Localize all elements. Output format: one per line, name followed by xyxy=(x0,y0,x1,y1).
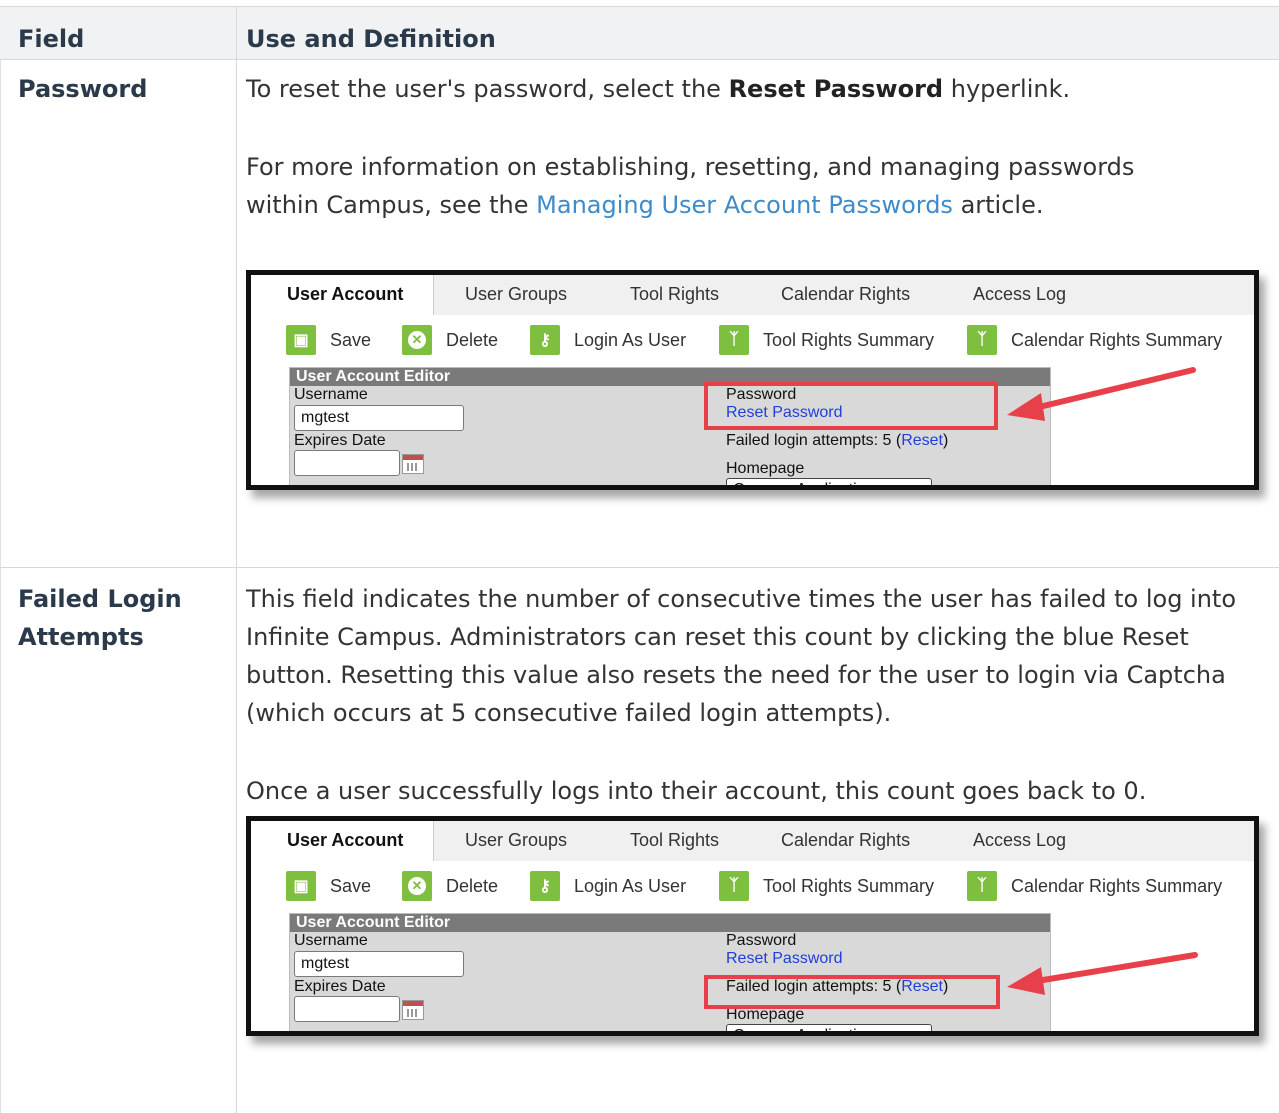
failed-login-attempts: Failed login attempts: 5 (Reset) xyxy=(726,432,949,449)
definition-table: Field Use and Definition Password To res… xyxy=(0,0,1279,1113)
save-button[interactable]: ▣ Save xyxy=(286,323,371,357)
expires-date-input[interactable] xyxy=(294,996,400,1022)
calendar-rights-summary-button[interactable]: ᛉ Calendar Rights Summary xyxy=(967,869,1222,903)
branch-icon: ᛉ xyxy=(719,871,749,901)
tab-calendar-rights[interactable]: Calendar Rights xyxy=(781,821,910,861)
homepage-select[interactable]: Campus Application❯ xyxy=(726,1024,932,1031)
editor-area: User Account Editor Username mgtest Expi… xyxy=(251,911,1254,1031)
reset-password-emphasis: Reset Password xyxy=(728,75,944,103)
tab-user-groups[interactable]: User Groups xyxy=(465,821,567,861)
branch-icon: ᛉ xyxy=(967,325,997,355)
key-icon: ⚷ xyxy=(530,325,560,355)
expires-date-label: Expires Date xyxy=(294,432,386,449)
tab-access-log[interactable]: Access Log xyxy=(973,275,1066,315)
table-header-row: Field Use and Definition xyxy=(0,6,1279,60)
calendar-rights-summary-button[interactable]: ᛉ Calendar Rights Summary xyxy=(967,323,1222,357)
delete-button[interactable]: ✕ Delete xyxy=(402,323,498,357)
login-as-user-button[interactable]: ⚷ Login As User xyxy=(530,323,686,357)
reset-failed-link[interactable]: Reset xyxy=(901,432,943,449)
delete-button[interactable]: ✕ Delete xyxy=(402,869,498,903)
save-button[interactable]: ▣ Save xyxy=(286,869,371,903)
tab-calendar-rights[interactable]: Calendar Rights xyxy=(781,275,910,315)
delete-icon: ✕ xyxy=(402,871,432,901)
chevron-down-icon: ❯ xyxy=(911,1027,923,1031)
username-label: Username xyxy=(294,932,368,949)
toolbar: ▣ Save ✕ Delete ⚷ Login As User ᛉ Tool Right… xyxy=(251,861,1254,911)
managing-passwords-link[interactable]: Managing User Account Passwords xyxy=(536,191,953,219)
save-icon: ▣ xyxy=(286,325,316,355)
calendar-icon[interactable] xyxy=(402,454,424,474)
tab-bar: User Account User Groups Tool Rights Cal… xyxy=(251,275,1254,316)
header-use-and-definition: Use and Definition xyxy=(246,25,496,53)
tab-user-account[interactable]: User Account xyxy=(251,275,435,316)
tool-rights-summary-button[interactable]: ᛉ Tool Rights Summary xyxy=(719,869,934,903)
pointer-arrow xyxy=(1007,367,1196,421)
username-label: Username xyxy=(294,386,368,403)
tab-user-account[interactable]: User Account xyxy=(251,821,435,862)
calendar-icon[interactable] xyxy=(402,1000,424,1020)
failed-login-paragraph-2: Once a user successfully logs into their… xyxy=(246,777,1147,805)
field-name-password: Password xyxy=(18,75,148,103)
expires-date-label: Expires Date xyxy=(294,978,386,995)
editor-title: User Account Editor xyxy=(290,914,1050,932)
column-divider xyxy=(236,568,237,1113)
chevron-down-icon: ❯ xyxy=(911,481,923,485)
failed-login-paragraph-1: This field indicates the number of conse… xyxy=(246,585,1237,727)
tab-tool-rights[interactable]: Tool Rights xyxy=(630,821,719,861)
column-divider xyxy=(236,6,237,568)
toolbar: ▣ Save ✕ Delete ⚷ Login As User ᛉ Tool Right… xyxy=(251,315,1254,365)
tab-user-groups[interactable]: User Groups xyxy=(465,275,567,315)
tab-bar: User Account User Groups Tool Rights Cal… xyxy=(251,821,1254,862)
delete-icon: ✕ xyxy=(402,325,432,355)
password-paragraph-1: To reset the user's password, select the… xyxy=(246,75,1071,103)
login-as-user-button[interactable]: ⚷ Login As User xyxy=(530,869,686,903)
homepage-select[interactable]: Campus Application❯ xyxy=(726,478,932,485)
field-name-failed-login-attempts: Failed Login Attempts xyxy=(18,585,182,651)
tab-access-log[interactable]: Access Log xyxy=(973,821,1066,861)
expires-date-input[interactable] xyxy=(294,450,400,476)
branch-icon: ᛉ xyxy=(719,325,749,355)
username-input[interactable]: mgtest xyxy=(294,405,464,431)
pointer-arrow xyxy=(1007,952,1198,995)
reset-password-link[interactable]: Reset Password xyxy=(726,950,843,968)
password-paragraph-2: For more information on establishing, re… xyxy=(246,153,1135,219)
user-account-screenshot-failed-login: User Account User Groups Tool Rights Cal… xyxy=(246,816,1259,1036)
tab-tool-rights[interactable]: Tool Rights xyxy=(630,275,719,315)
username-input[interactable]: mgtest xyxy=(294,951,464,977)
failed-login-highlight-box xyxy=(704,975,1000,1009)
password-label: Password xyxy=(726,932,797,949)
homepage-label: Homepage xyxy=(726,460,805,477)
user-account-screenshot-password: User Account User Groups Tool Rights Cal… xyxy=(246,270,1259,490)
editor-area: User Account Editor Username mgtest Expi… xyxy=(251,365,1254,485)
key-icon: ⚷ xyxy=(530,871,560,901)
tool-rights-summary-button[interactable]: ᛉ Tool Rights Summary xyxy=(719,323,934,357)
save-icon: ▣ xyxy=(286,871,316,901)
password-highlight-box xyxy=(704,382,998,430)
header-field: Field xyxy=(18,25,85,53)
branch-icon: ᛉ xyxy=(967,871,997,901)
